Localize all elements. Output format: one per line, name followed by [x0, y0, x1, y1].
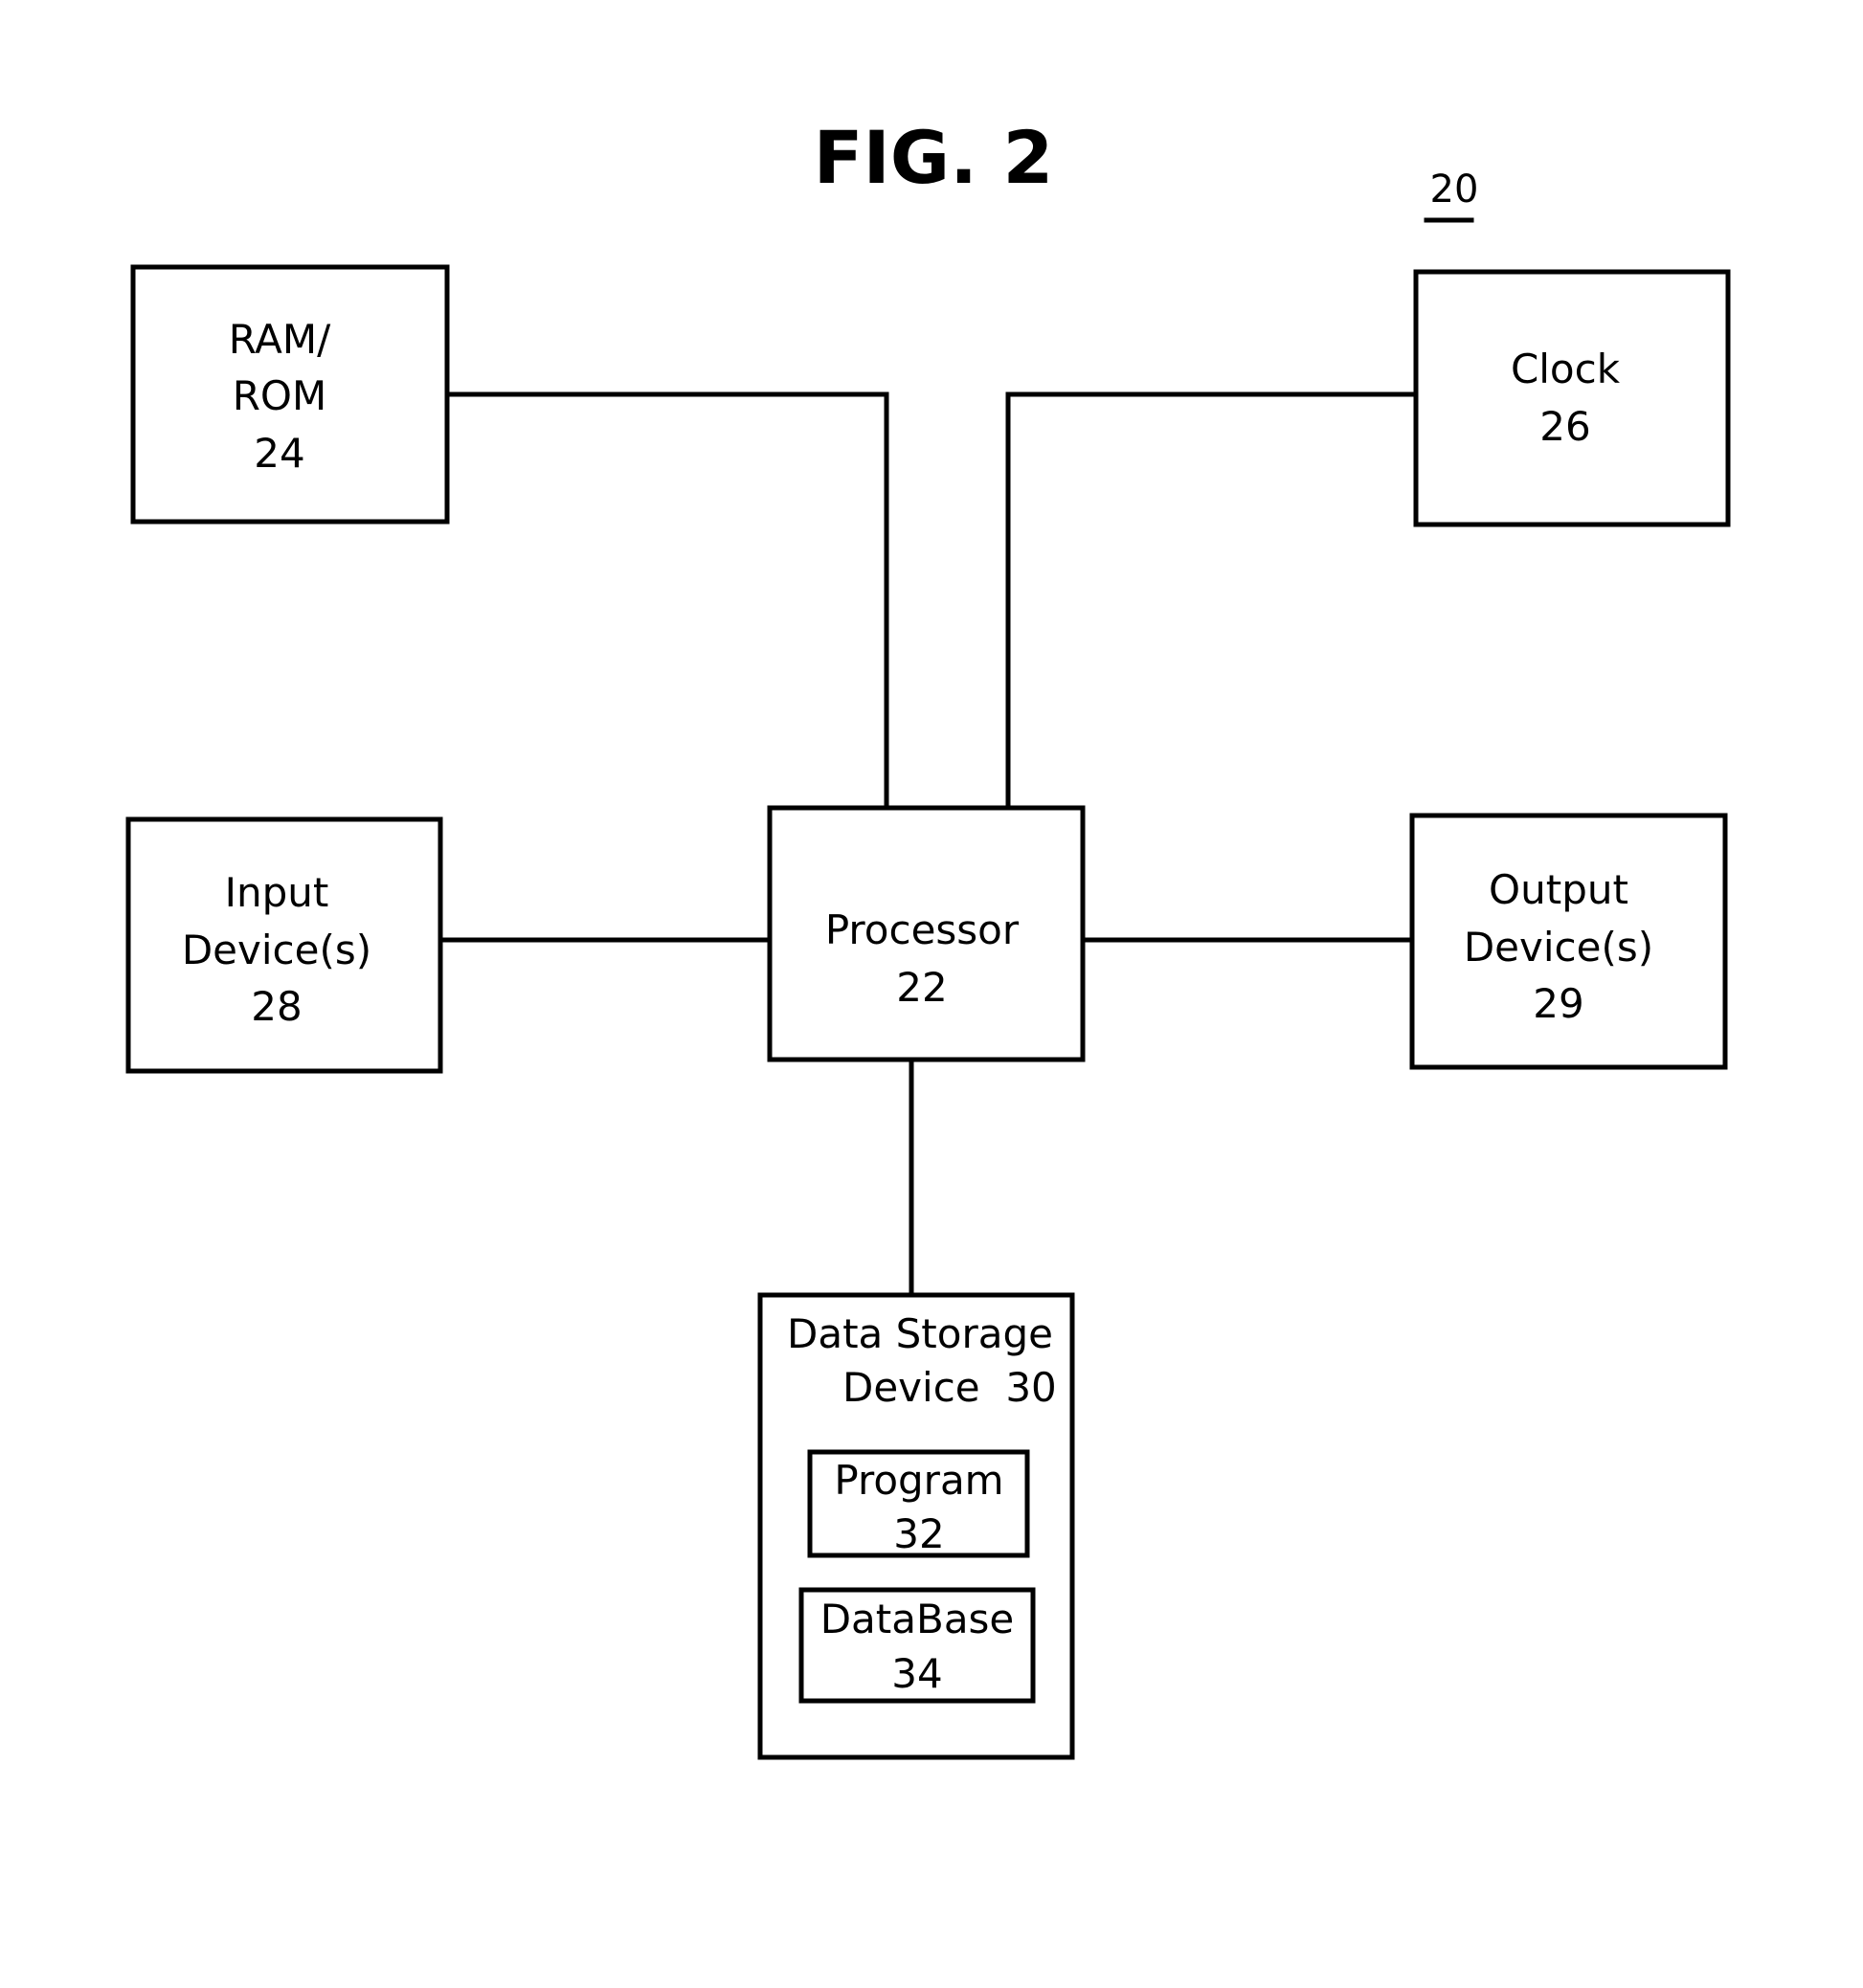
database-label-line1: DataBase [820, 1596, 1015, 1642]
input-devices-block: Input Device(s) 28 [125, 816, 443, 1074]
processor-block: Processor 22 [767, 805, 1086, 1062]
ram-rom-block: RAM/ ROM 24 [130, 264, 450, 525]
program-label-line2: 32 [893, 1510, 944, 1557]
reference-numeral: 20 [1430, 168, 1479, 212]
output-label-line1: Output [1489, 866, 1628, 913]
output-devices-block: Output Device(s) 29 [1409, 813, 1728, 1070]
ram-rom-label-line2: ROM [233, 372, 326, 419]
clock-label-line2: 26 [1539, 403, 1590, 450]
storage-label-line2: Device 30 [842, 1364, 1057, 1411]
connector-clock-processor [1005, 391, 1419, 811]
program-label-line1: Program [834, 1457, 1003, 1504]
ram-rom-label-line3: 24 [254, 430, 304, 477]
figure-title: FIG. 2 [814, 115, 1054, 200]
program-block: Program 32 [807, 1449, 1030, 1558]
ram-rom-label-line1: RAM/ [229, 316, 331, 363]
data-storage-block: Data Storage Device 30 Program 32 DataBa… [757, 1292, 1075, 1760]
database-block: DataBase 34 [798, 1587, 1036, 1704]
connector-ram-rom-processor [444, 391, 889, 811]
input-label-line1: Input [225, 869, 329, 916]
block-diagram: FIG. 2 20 RAM/ ROM 24 Clock 26 Input Dev… [125, 115, 1731, 1760]
output-label-line2: Device(s) [1464, 924, 1653, 971]
output-label-line3: 29 [1533, 980, 1583, 1027]
database-label-line2: 34 [891, 1650, 942, 1697]
clock-block: Clock 26 [1413, 269, 1731, 527]
processor-label-line1: Processor [825, 906, 1020, 953]
processor-label-line2: 22 [896, 964, 947, 1011]
input-label-line2: Device(s) [182, 927, 371, 973]
input-label-line3: 28 [251, 983, 302, 1030]
storage-label-line1: Data Storage [787, 1310, 1053, 1357]
clock-label-line1: Clock [1511, 346, 1621, 392]
